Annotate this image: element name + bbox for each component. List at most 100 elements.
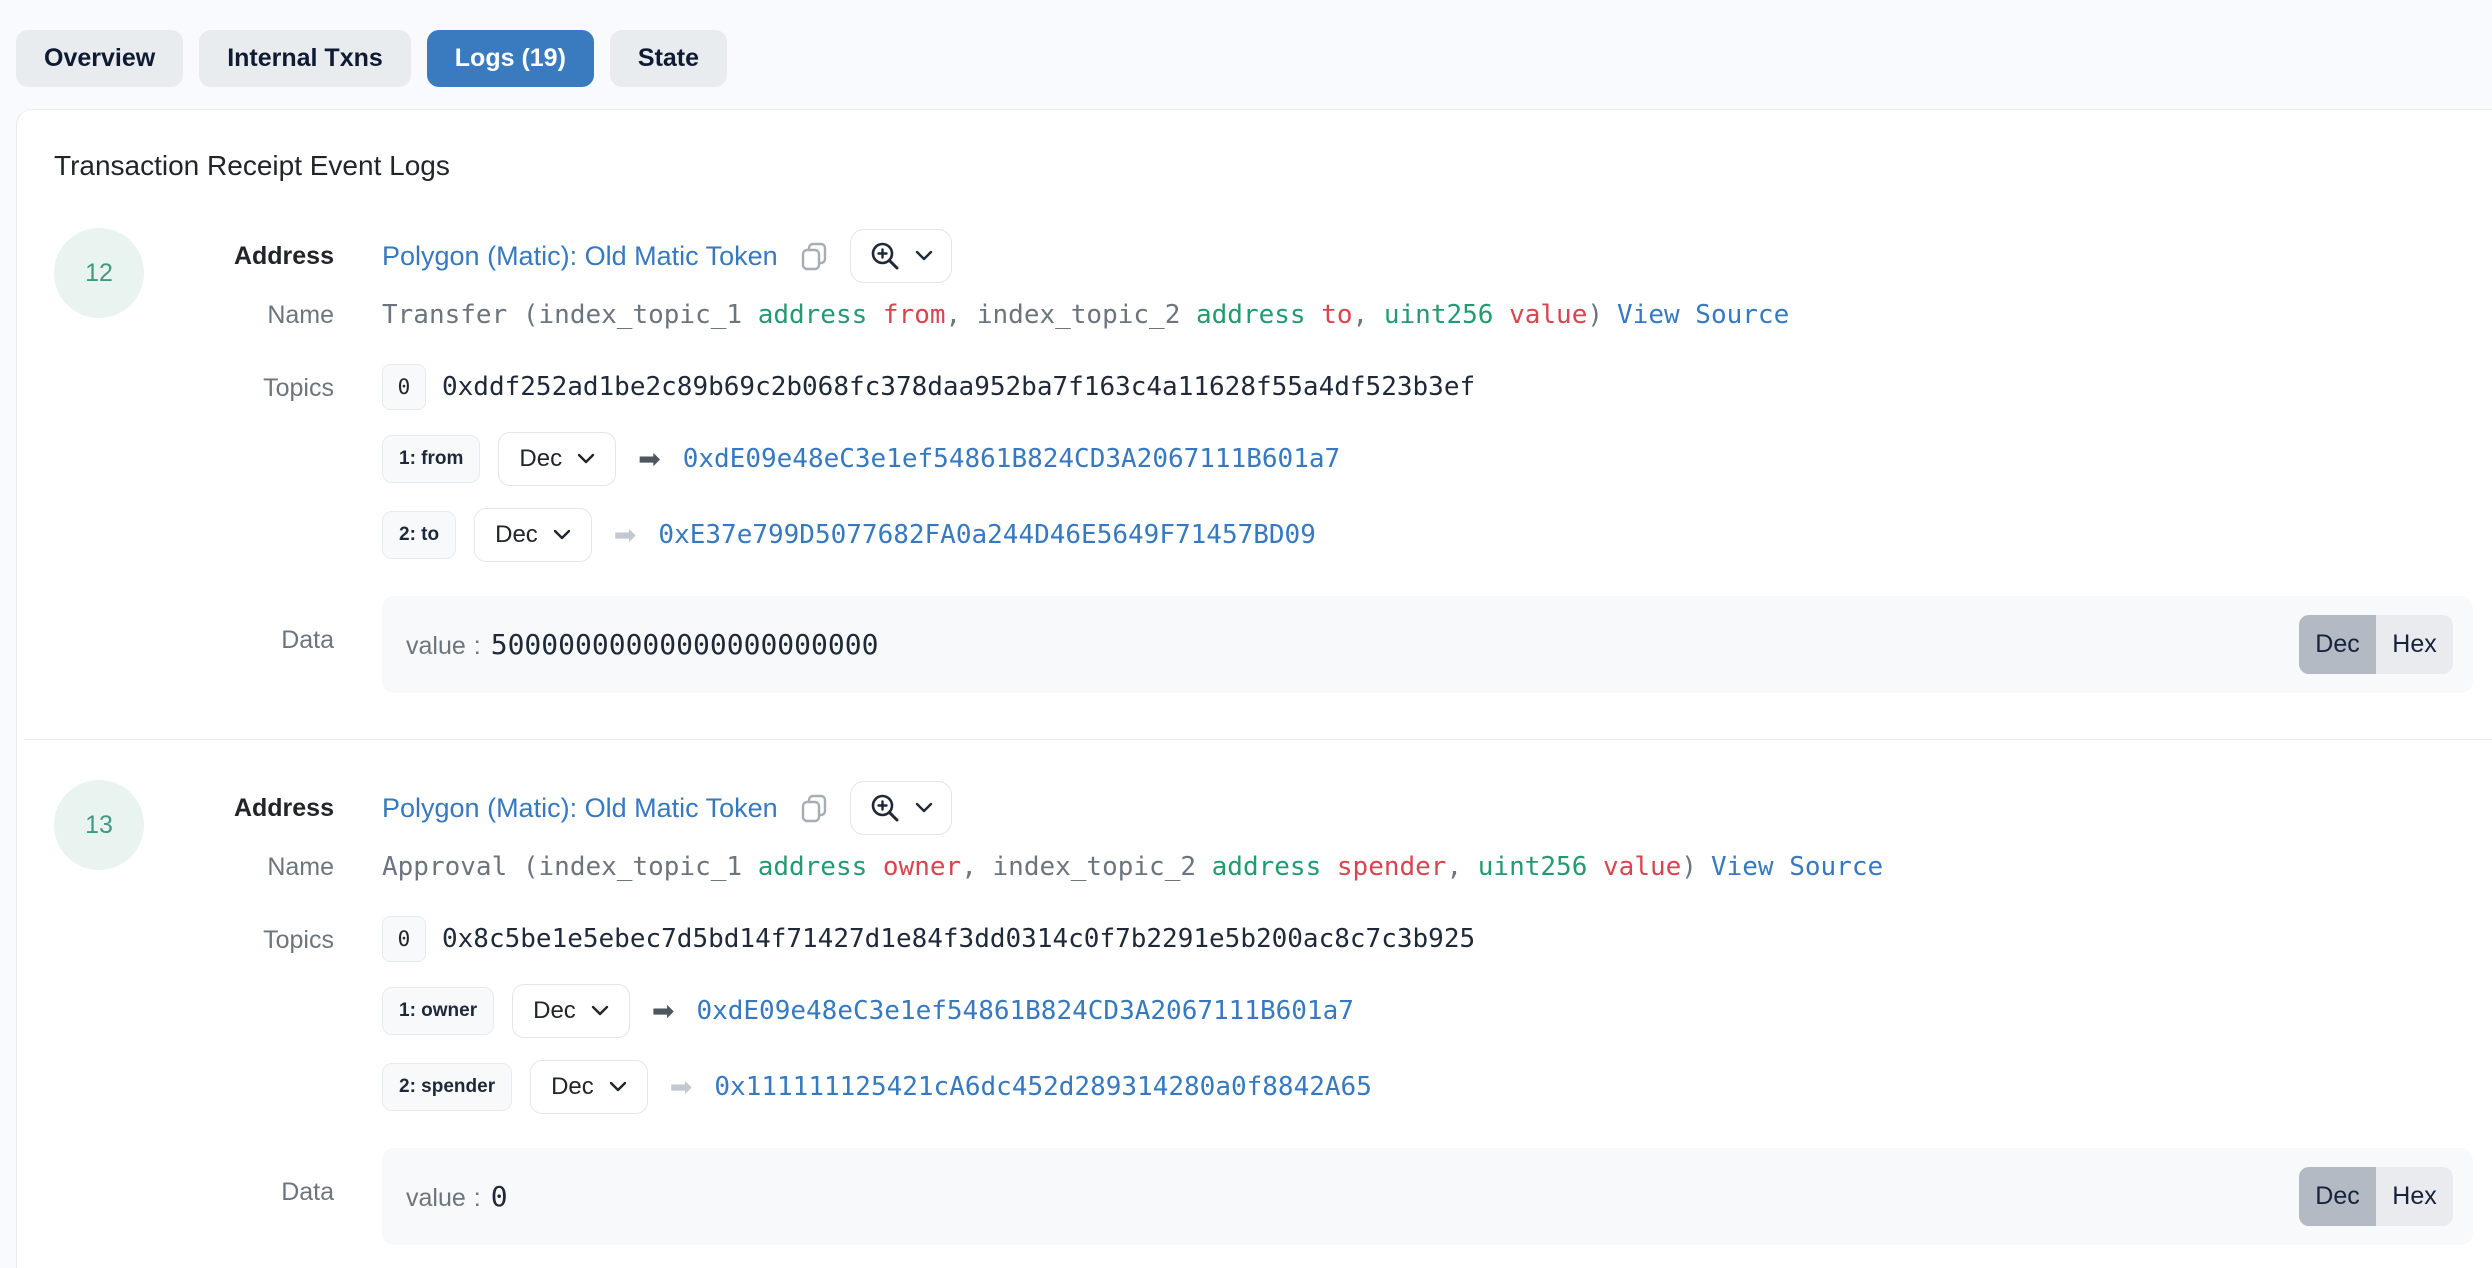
topic-index-badge: 0 <box>382 364 426 410</box>
event-sig-token: Approval (index_topic_1 <box>382 852 758 882</box>
data-box: value : 0 Dec Hex <box>382 1148 2473 1245</box>
view-source-link[interactable]: View Source <box>1617 300 1789 330</box>
dec-button[interactable]: Dec <box>2299 615 2376 674</box>
address-link[interactable]: Polygon (Matic): Old Matic Token <box>382 793 778 824</box>
event-sig-token: , <box>1353 300 1384 330</box>
event-sig-token <box>867 852 883 882</box>
right-arrow-icon: ➡ <box>652 996 675 1027</box>
right-arrow-icon: ➡ <box>638 444 661 475</box>
event-signature: Approval (index_topic_1 address owner, i… <box>382 852 1697 882</box>
event-sig-token: owner <box>883 852 961 882</box>
event-sig-token: value <box>1603 852 1681 882</box>
data-value: 0 <box>491 1180 508 1213</box>
log-index-badge: 13 <box>54 780 144 870</box>
event-sig-token: Transfer (index_topic_1 <box>382 300 758 330</box>
event-sig-token <box>1321 852 1337 882</box>
address-zoom-dropdown[interactable] <box>850 229 952 283</box>
event-sig-token <box>1493 300 1509 330</box>
event-sig-token <box>867 300 883 330</box>
topic-decode-dropdown[interactable]: Dec <box>530 1060 648 1114</box>
event-sig-token: to <box>1321 300 1352 330</box>
view-source-link[interactable]: View Source <box>1711 852 1883 882</box>
log-index-badge: 12 <box>54 228 144 318</box>
event-sig-token <box>1306 300 1322 330</box>
hex-button[interactable]: Hex <box>2376 1167 2453 1226</box>
zoom-in-icon <box>869 792 901 824</box>
event-sig-token: ) <box>1681 852 1697 882</box>
topic-rows: 0 0xddf252ad1be2c89b69c2b068fc378daa952b… <box>382 364 1475 562</box>
tab-state[interactable]: State <box>610 30 727 87</box>
topic-index-badge: 1: from <box>382 435 480 483</box>
address-row: Address Polygon (Matic): Old Matic Token <box>144 228 2492 284</box>
name-row: Name Approval (index_topic_1 address own… <box>144 852 2492 882</box>
event-sig-token: address <box>1212 852 1322 882</box>
copy-address-button[interactable] <box>798 792 830 824</box>
topic-address-link[interactable]: 0xdE09e48eC3e1ef54861B824CD3A2067111B601… <box>683 444 1340 474</box>
data-row: Data value : 0 Dec Hex <box>144 1148 2492 1245</box>
tab-overview[interactable]: Overview <box>16 30 183 87</box>
data-key: value <box>406 1184 466 1213</box>
address-row: Address Polygon (Matic): Old Matic Token <box>144 780 2492 836</box>
event-sig-token: spender <box>1337 852 1447 882</box>
right-arrow-icon: ➡ <box>614 520 637 551</box>
data-colon: : <box>474 1184 481 1213</box>
data-row: Data value : 50000000000000000000000 Dec… <box>144 596 2492 693</box>
topics-label: Topics <box>144 916 334 955</box>
event-sig-token: uint256 <box>1384 300 1494 330</box>
topic-row: 1: from Dec ➡ 0xdE09e48eC3e1ef54861B824C… <box>382 432 1475 486</box>
topic-address-link[interactable]: 0xE37e799D5077682FA0a244D46E5649F71457BD… <box>658 520 1315 550</box>
chevron-down-icon <box>609 1081 627 1093</box>
chevron-down-icon <box>915 250 933 262</box>
tab-logs-19[interactable]: Logs (19) <box>427 30 594 87</box>
copy-address-button[interactable] <box>798 240 830 272</box>
data-key: value <box>406 632 466 661</box>
topic-decode-dropdown[interactable]: Dec <box>512 984 630 1038</box>
data-box: value : 50000000000000000000000 Dec Hex <box>382 596 2473 693</box>
hex-button[interactable]: Hex <box>2376 615 2453 674</box>
topic-index-badge: 2: to <box>382 511 456 559</box>
chevron-down-icon <box>591 1005 609 1017</box>
chevron-down-icon <box>915 802 933 814</box>
data-label: Data <box>144 1148 334 1207</box>
topic-decode-dropdown[interactable]: Dec <box>498 432 616 486</box>
copy-icon <box>798 792 830 824</box>
topic-address-link[interactable]: 0xdE09e48eC3e1ef54861B824CD3A2067111B601… <box>696 996 1353 1026</box>
event-sig-token: from <box>883 300 946 330</box>
dec-hex-toggle: Dec Hex <box>2299 615 2453 674</box>
decode-selected: Dec <box>519 445 562 473</box>
copy-icon <box>798 240 830 272</box>
event-sig-token: , index_topic_2 <box>946 300 1196 330</box>
topic-row: 2: to Dec ➡ 0xE37e799D5077682FA0a244D46E… <box>382 508 1475 562</box>
topics-row: Topics 0 0xddf252ad1be2c89b69c2b068fc378… <box>144 364 2492 562</box>
decode-selected: Dec <box>551 1073 594 1101</box>
event-sig-token: , <box>1446 852 1477 882</box>
log-entry: 13 Address Polygon (Matic): Old Matic To… <box>54 780 2492 1245</box>
decode-selected: Dec <box>533 997 576 1025</box>
data-value: 50000000000000000000000 <box>491 628 879 661</box>
log-divider <box>24 739 2492 740</box>
topics-row: Topics 0 0x8c5be1e5ebec7d5bd14f71427d1e8… <box>144 916 2492 1114</box>
logs-list: 12 Address Polygon (Matic): Old Matic To… <box>54 228 2492 1245</box>
topics-label: Topics <box>144 364 334 403</box>
event-sig-token: address <box>758 852 868 882</box>
data-colon: : <box>474 632 481 661</box>
address-zoom-dropdown[interactable] <box>850 781 952 835</box>
zoom-in-icon <box>869 240 901 272</box>
topic-hash: 0xddf252ad1be2c89b69c2b068fc378daa952ba7… <box>442 372 1475 402</box>
address-link[interactable]: Polygon (Matic): Old Matic Token <box>382 241 778 272</box>
topic-row: 0 0x8c5be1e5ebec7d5bd14f71427d1e84f3dd03… <box>382 916 1475 962</box>
topic-row: 1: owner Dec ➡ 0xdE09e48eC3e1ef54861B824… <box>382 984 1475 1038</box>
topic-index-badge: 2: spender <box>382 1063 512 1111</box>
dec-button[interactable]: Dec <box>2299 1167 2376 1226</box>
topic-row: 2: spender Dec ➡ 0x111111125421cA6dc452d… <box>382 1060 1475 1114</box>
name-label: Name <box>144 301 334 330</box>
log-entry: 12 Address Polygon (Matic): Old Matic To… <box>54 228 2492 693</box>
topic-index-badge: 1: owner <box>382 987 494 1035</box>
topic-address-link[interactable]: 0x111111125421cA6dc452d289314280a0f8842A… <box>714 1072 1371 1102</box>
chevron-down-icon <box>577 453 595 465</box>
tab-internal-txns[interactable]: Internal Txns <box>199 30 411 87</box>
event-sig-token: address <box>758 300 868 330</box>
event-sig-token: address <box>1196 300 1306 330</box>
topic-decode-dropdown[interactable]: Dec <box>474 508 592 562</box>
address-label: Address <box>144 794 334 823</box>
